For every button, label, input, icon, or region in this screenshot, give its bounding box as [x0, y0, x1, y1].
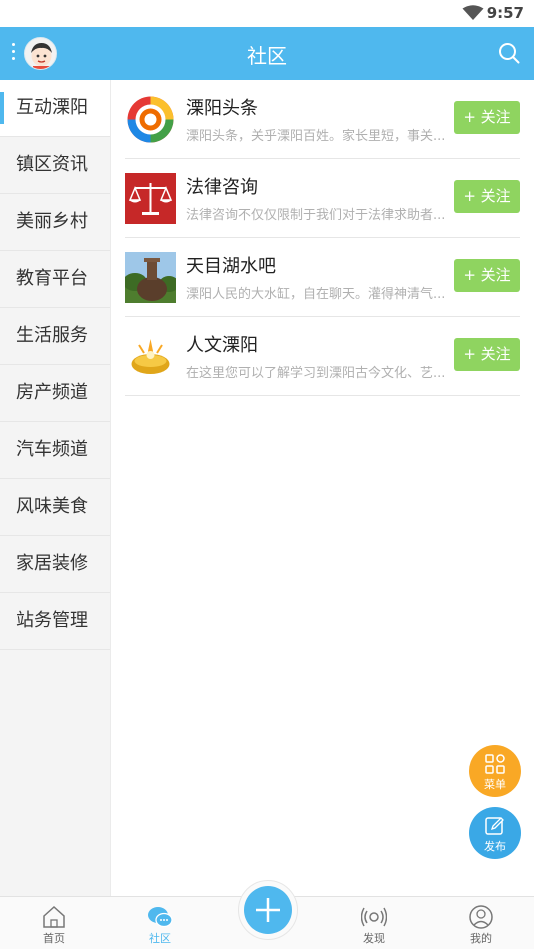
user-icon	[469, 905, 493, 929]
add-button[interactable]	[238, 880, 298, 940]
status-time: 9:57	[486, 4, 524, 22]
forum-description: 溧阳人民的大水缸，自在聊天。灌得神清气...	[186, 287, 446, 302]
post-fab-label: 发布	[484, 840, 506, 853]
chat-bubble-icon	[148, 907, 173, 928]
sidebar-item-fengwei[interactable]: 风味美食	[0, 479, 110, 536]
category-sidebar: 互动溧阳 镇区资讯 美丽乡村 教育平台 生活服务 房产频道 汽车频道 风味美食 …	[0, 80, 111, 896]
post-fab-button[interactable]: 发布	[469, 807, 521, 859]
plus-icon	[256, 898, 280, 922]
list-item[interactable]: 法律咨询 法律咨询不仅仅限制于我们对于法律求助者... + 关注	[125, 159, 520, 238]
sidebar-item-hudong[interactable]: 互动溧阳	[0, 80, 110, 137]
forum-name: 溧阳头条	[186, 98, 258, 119]
forum-logo-image	[125, 252, 176, 303]
forum-name: 人文溧阳	[186, 335, 258, 356]
nav-item-community[interactable]: 社区	[120, 897, 200, 949]
nav-label-discover: 发现	[363, 932, 385, 945]
menu-fab-button[interactable]: 菜单	[469, 745, 521, 797]
app-screen: 9:57 社区 互动溧阳 镇区资讯 美丽乡村 教育平台 生活服务 房产频道 汽车…	[0, 0, 534, 949]
forum-description: 溧阳头条，关乎溧阳百姓。家长里短，事关...	[186, 129, 446, 144]
forum-description: 法律咨询不仅仅限制于我们对于法律求助者...	[186, 208, 446, 223]
nav-item-home[interactable]: 首页	[14, 897, 94, 949]
broadcast-icon	[361, 907, 387, 927]
sidebar-item-shenghuo[interactable]: 生活服务	[0, 308, 110, 365]
list-item[interactable]: 天目湖水吧 溧阳人民的大水缸，自在聊天。灌得神清气... + 关注	[125, 238, 520, 317]
menu-fab-label: 菜单	[484, 778, 506, 791]
forum-name: 法律咨询	[186, 177, 258, 198]
nav-label-home: 首页	[43, 932, 65, 945]
sidebar-item-jiaju[interactable]: 家居装修	[0, 536, 110, 593]
follow-button[interactable]: + 关注	[454, 259, 520, 292]
forum-logo-image	[125, 94, 176, 145]
forum-logo-image	[125, 173, 176, 224]
follow-button[interactable]: + 关注	[454, 180, 520, 213]
forum-name: 天目湖水吧	[186, 256, 276, 277]
search-icon[interactable]	[498, 42, 520, 64]
nav-item-discover[interactable]: 发现	[334, 897, 414, 949]
forum-logo-image	[125, 331, 176, 382]
top-app-bar: 社区	[0, 27, 534, 80]
nav-item-profile[interactable]: 我的	[441, 897, 521, 949]
list-item[interactable]: 人文溧阳 在这里您可以了解学习到溧阳古今文化、艺... + 关注	[125, 317, 520, 396]
sidebar-item-fangchan[interactable]: 房产频道	[0, 365, 110, 422]
page-title: 社区	[247, 44, 287, 68]
list-item[interactable]: 溧阳头条 溧阳头条，关乎溧阳百姓。家长里短，事关... + 关注	[125, 80, 520, 159]
status-bar: 9:57	[0, 0, 534, 27]
sidebar-item-meili[interactable]: 美丽乡村	[0, 194, 110, 251]
sidebar-item-zhanwu[interactable]: 站务管理	[0, 593, 110, 650]
sidebar-item-zhenqu[interactable]: 镇区资讯	[0, 137, 110, 194]
forum-description: 在这里您可以了解学习到溧阳古今文化、艺...	[186, 366, 446, 381]
home-icon	[43, 905, 65, 928]
forum-list: 溧阳头条 溧阳头条，关乎溧阳百姓。家长里短，事关... + 关注 法律咨询 法律…	[111, 80, 534, 396]
wifi-icon	[462, 5, 484, 20]
sidebar-item-qiche[interactable]: 汽车频道	[0, 422, 110, 479]
grid-icon	[485, 754, 505, 774]
sidebar-item-jiaoyu[interactable]: 教育平台	[0, 251, 110, 308]
nav-label-profile: 我的	[470, 932, 492, 945]
nav-label-community: 社区	[149, 932, 171, 945]
edit-icon	[485, 817, 504, 835]
follow-button[interactable]: + 关注	[454, 101, 520, 134]
follow-button[interactable]: + 关注	[454, 338, 520, 371]
